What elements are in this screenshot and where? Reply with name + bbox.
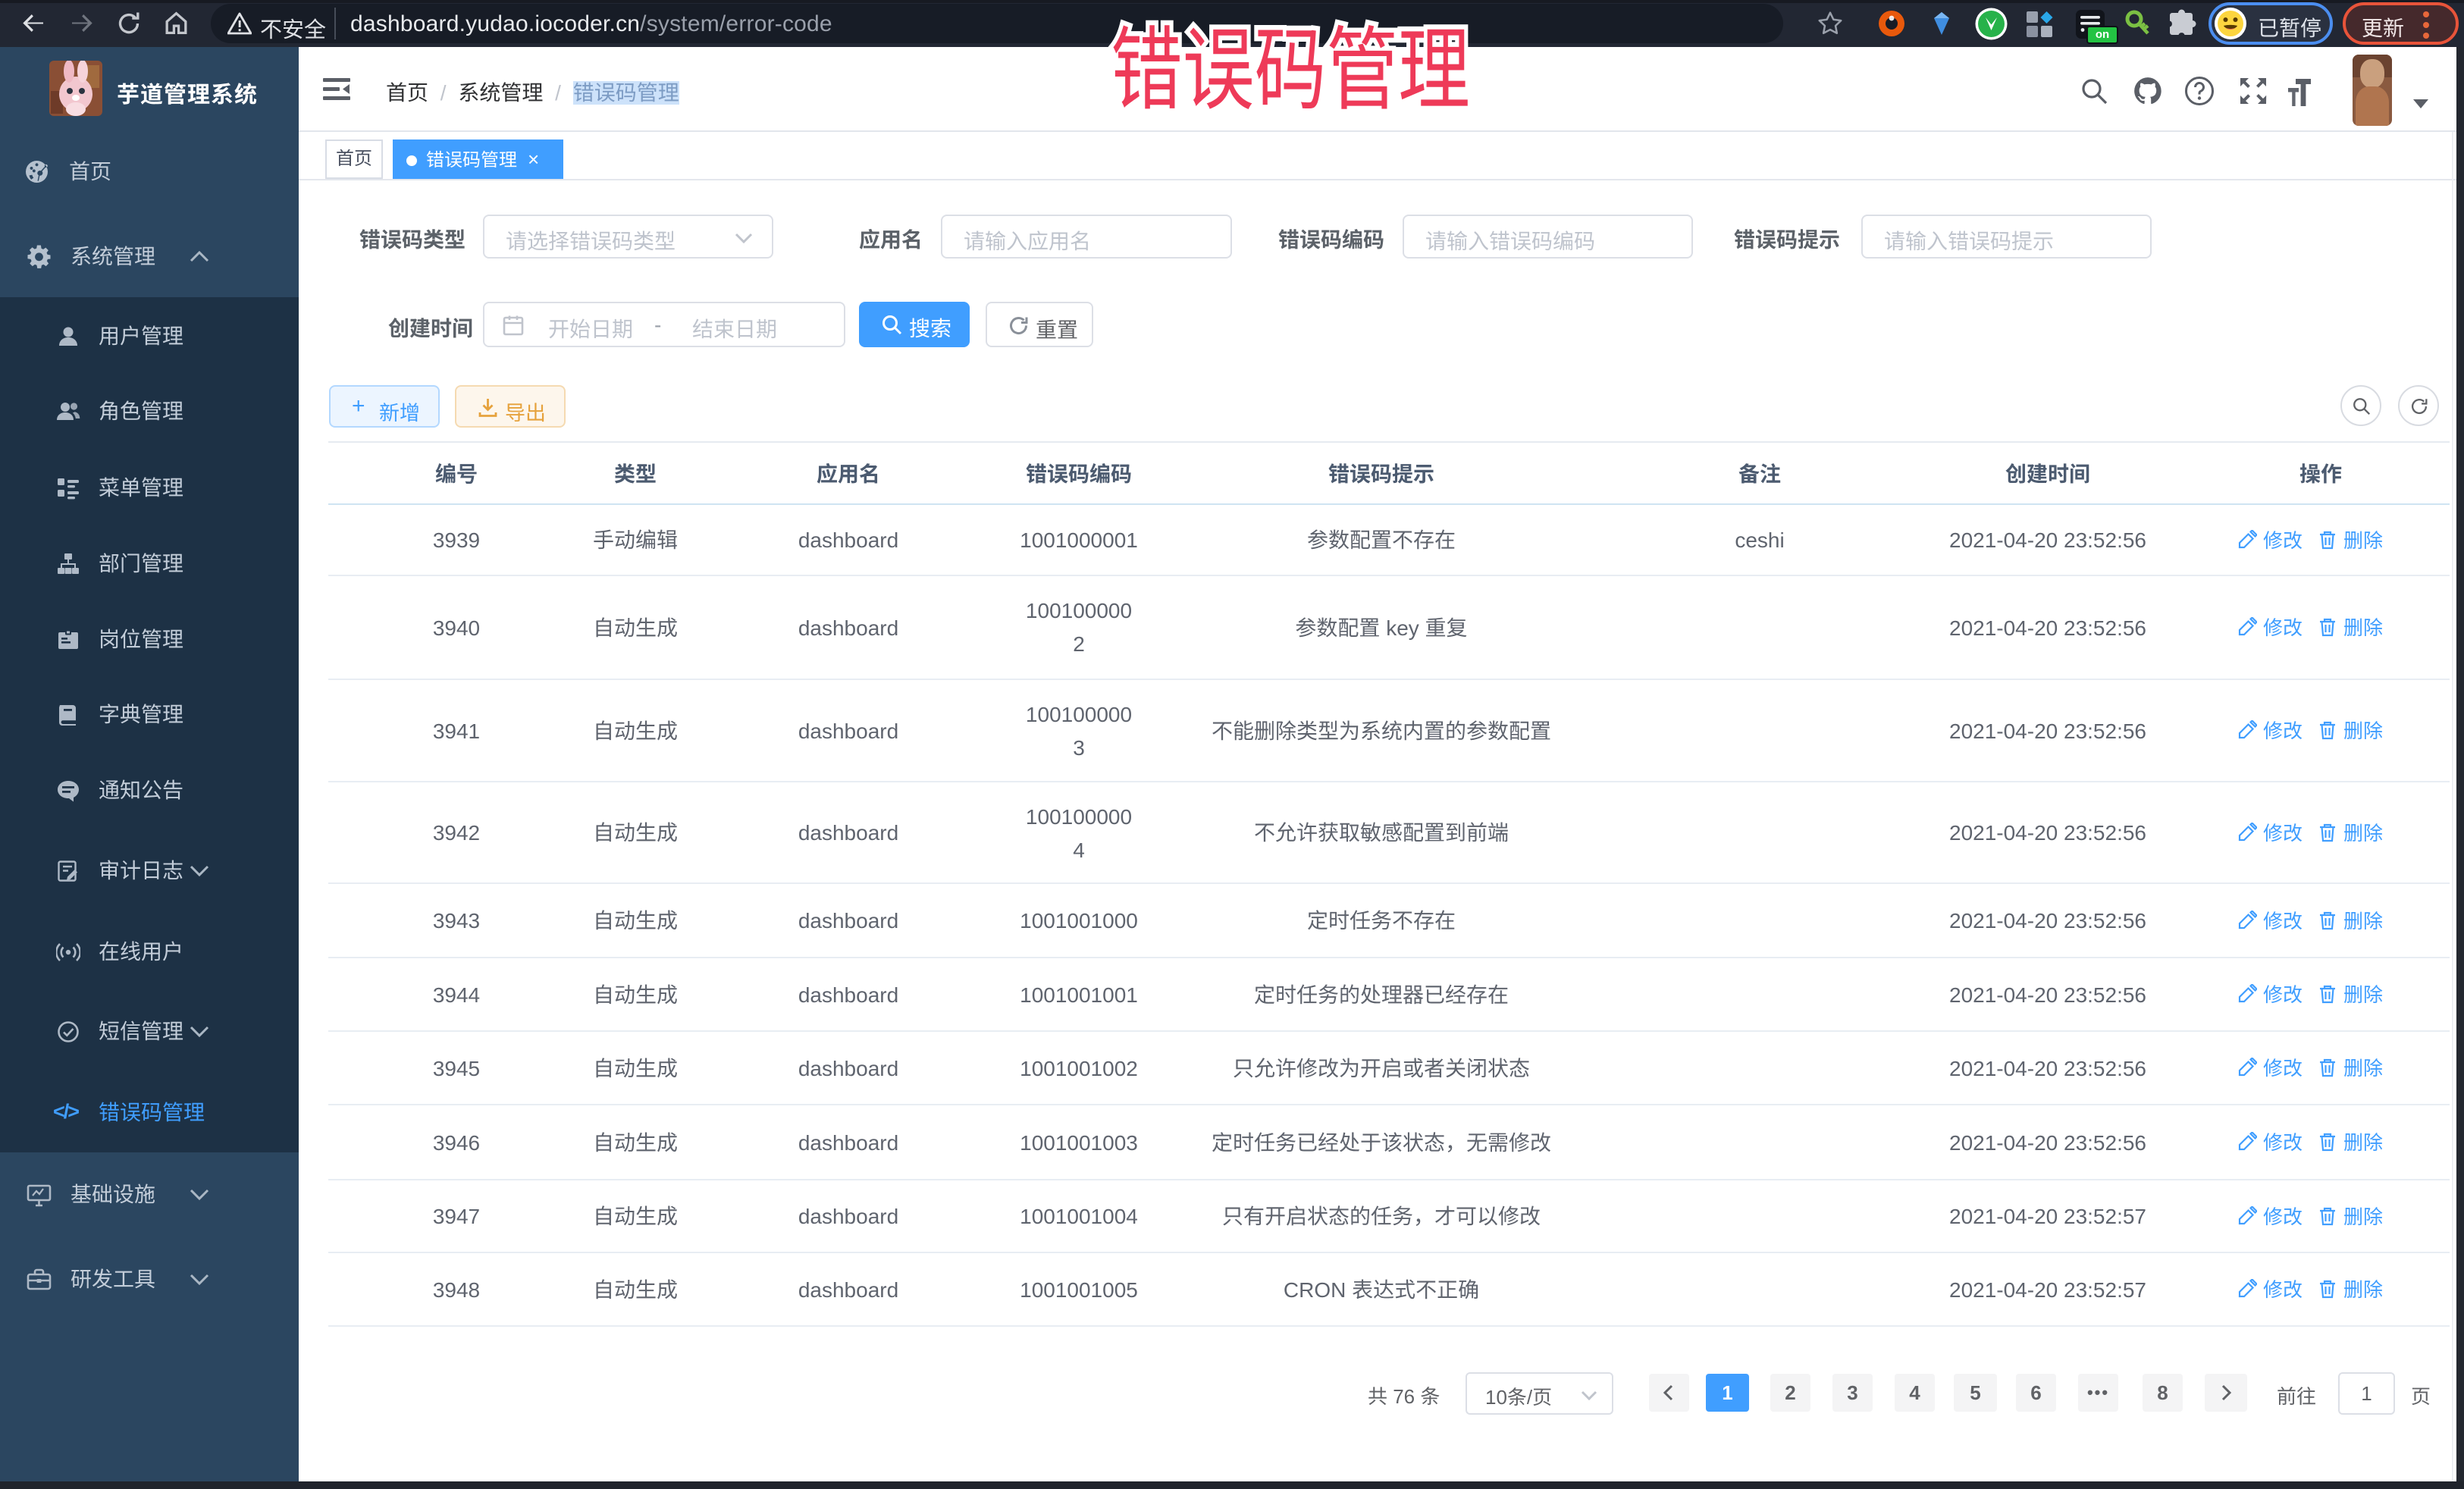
- svg-text:错误码管理: 错误码管理: [1111, 8, 1470, 129]
